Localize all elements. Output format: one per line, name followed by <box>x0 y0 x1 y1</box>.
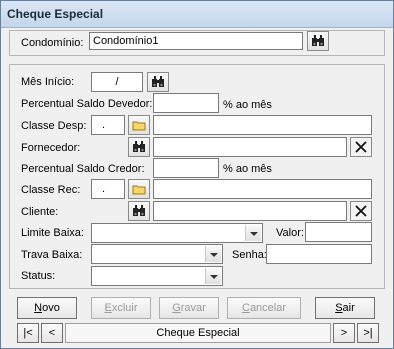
valor-label: Valor: <box>276 227 304 239</box>
fornecedor-search-button[interactable] <box>128 137 150 157</box>
classe-rec-label: Classe Rec: <box>21 184 81 196</box>
folder-icon <box>132 184 146 195</box>
nav-record-label: Cheque Especial <box>65 323 331 343</box>
fornecedor-clear-button[interactable] <box>350 137 372 157</box>
excluir-accel: E <box>104 302 112 314</box>
fornecedor-label: Fornecedor: <box>21 142 81 154</box>
sair-label: air <box>342 302 355 314</box>
title-bar: Cheque Especial <box>1 1 393 28</box>
classe-rec-description-field[interactable] <box>153 179 372 199</box>
condominio-search-button[interactable] <box>307 31 329 51</box>
classe-desp-description-field[interactable] <box>153 115 372 135</box>
status-label: Status: <box>21 270 56 282</box>
sair-button[interactable]: Sair <box>315 297 375 319</box>
perc-saldo-credor-field[interactable] <box>153 158 219 178</box>
cancelar-button[interactable]: Cancelar <box>227 297 301 319</box>
x-icon <box>355 205 367 217</box>
perc-saldo-devedor-label: Percentual Saldo Devedor: <box>21 98 153 110</box>
trava-baixa-label: Trava Baixa: <box>21 249 83 261</box>
excluir-button[interactable]: Excluir <box>91 297 151 319</box>
binoculars-icon <box>311 35 325 47</box>
cliente-field[interactable] <box>153 201 347 221</box>
classe-desp-label: Classe Desp: <box>21 120 87 132</box>
perc-saldo-credor-label: Percentual Saldo Credor: <box>21 163 145 175</box>
trava-baixa-select[interactable] <box>91 244 223 264</box>
condominio-field[interactable]: Condomínio1 <box>89 32 303 50</box>
limite-baixa-label: Limite Baixa: <box>21 227 84 239</box>
mes-inicio-field[interactable]: / <box>91 72 143 92</box>
binoculars-icon <box>132 205 146 217</box>
novo-button[interactable]: Novo <box>17 297 77 319</box>
nav-next-button[interactable]: > <box>333 323 355 343</box>
status-select[interactable] <box>91 266 223 286</box>
ao-mes-label-1: % ao mês <box>223 99 272 111</box>
chevron-down-icon[interactable] <box>205 268 221 284</box>
nav-first-button[interactable]: |< <box>17 323 39 343</box>
novo-accel: N <box>34 302 43 314</box>
chevron-down-icon[interactable] <box>205 246 221 262</box>
chevron-down-icon[interactable] <box>245 225 261 241</box>
limite-baixa-select[interactable] <box>91 223 263 243</box>
cheque-especial-window: Cheque Especial Condomínio: Condomínio1 … <box>0 0 394 349</box>
cancelar-accel: C <box>241 302 250 314</box>
gravar-button[interactable]: Gravar <box>159 297 219 319</box>
sair-accel: S <box>335 302 343 314</box>
novo-label: ovo <box>42 302 60 314</box>
mes-inicio-search-button[interactable] <box>147 72 169 92</box>
cliente-search-button[interactable] <box>128 201 150 221</box>
classe-desp-code-field[interactable]: . <box>91 115 125 135</box>
fornecedor-field[interactable] <box>153 137 347 157</box>
classe-desp-folder-button[interactable] <box>128 115 150 135</box>
cancelar-label: ancelar <box>249 302 287 314</box>
valor-field[interactable] <box>305 222 372 242</box>
nav-last-button[interactable]: >| <box>357 323 379 343</box>
gravar-label: ravar <box>180 302 206 314</box>
senha-label: Senha: <box>232 249 267 261</box>
perc-saldo-devedor-field[interactable] <box>153 93 219 113</box>
classe-rec-folder-button[interactable] <box>128 179 150 199</box>
senha-field[interactable] <box>266 244 372 264</box>
binoculars-icon <box>132 141 146 153</box>
gravar-accel: G <box>172 302 181 314</box>
ao-mes-label-2: % ao mês <box>223 163 272 175</box>
folder-icon <box>132 120 146 131</box>
mes-inicio-label: Mês Início: <box>21 76 75 88</box>
classe-rec-code-field[interactable]: . <box>91 179 125 199</box>
binoculars-icon <box>151 76 165 88</box>
x-icon <box>355 141 367 153</box>
cliente-clear-button[interactable] <box>350 201 372 221</box>
cliente-label: Cliente: <box>21 206 59 218</box>
condominio-label: Condomínio: <box>21 37 84 49</box>
nav-prev-button[interactable]: < <box>41 323 63 343</box>
excluir-label: xcluir <box>111 302 138 314</box>
window-title: Cheque Especial <box>7 7 104 21</box>
